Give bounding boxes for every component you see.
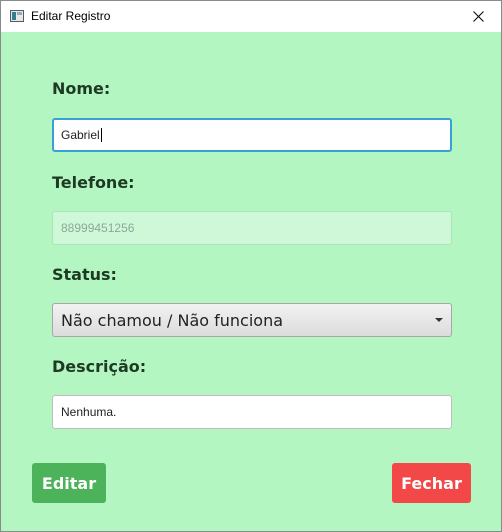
text-caret [100, 128, 102, 142]
telefone-input: 88999451256 [52, 211, 452, 245]
descricao-label: Descrição: [52, 357, 147, 376]
descricao-input-value: Nenhuma. [61, 405, 117, 419]
close-icon [472, 11, 484, 22]
edit-record-window: Editar Registro Nome: Gabriel Telefone: … [0, 0, 502, 532]
title-bar[interactable]: Editar Registro [1, 1, 501, 32]
telefone-input-value: 88999451256 [61, 221, 135, 235]
edit-button[interactable]: Editar [32, 463, 106, 503]
telefone-label: Telefone: [52, 173, 135, 192]
descricao-input[interactable]: Nenhuma. [52, 395, 452, 429]
close-button[interactable]: Fechar [392, 463, 471, 503]
nome-input[interactable]: Gabriel [52, 118, 452, 152]
nome-label: Nome: [52, 79, 111, 98]
nome-input-value: Gabriel [61, 128, 100, 142]
app-window-icon [10, 10, 24, 22]
close-window-button[interactable] [455, 1, 501, 32]
status-selected-value: Não chamou / Não funciona [61, 310, 284, 330]
status-label: Status: [52, 265, 117, 284]
chevron-down-icon [435, 318, 443, 322]
window-title: Editar Registro [31, 9, 111, 23]
status-select[interactable]: Não chamou / Não funciona [52, 303, 452, 337]
